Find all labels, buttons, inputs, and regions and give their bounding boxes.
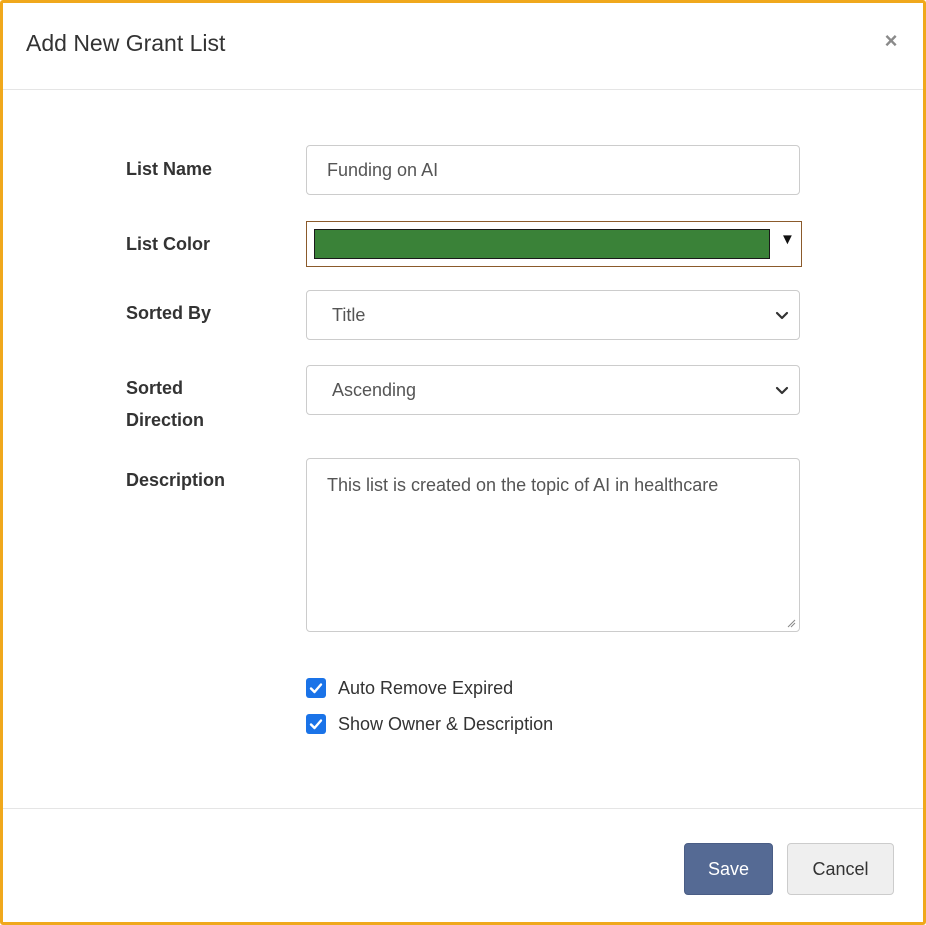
sorted-direction-label-line2: Direction (126, 410, 205, 430)
list-color-select[interactable]: ▼ (306, 221, 802, 267)
show-owner-description-checkbox[interactable] (306, 714, 326, 734)
sorted-by-value: Title (332, 305, 366, 325)
modal-header: Add New Grant List × (3, 3, 923, 90)
color-swatch (314, 229, 770, 259)
add-grant-list-dialog: Add New Grant List × List Name Funding o… (0, 0, 926, 925)
list-color-label: List Color (126, 234, 210, 254)
checkmark-icon (309, 683, 323, 694)
description-value: This list is created on the topic of AI … (327, 475, 719, 495)
sorted-direction-label: Sorted Direction (126, 375, 204, 433)
show-owner-description-row[interactable]: Show Owner & Description (306, 711, 553, 737)
checkmark-icon (309, 719, 323, 730)
save-button[interactable]: Save (684, 843, 773, 895)
description-label: Description (126, 470, 226, 490)
chevron-down-icon (775, 386, 789, 395)
auto-remove-expired-label: Auto Remove Expired (338, 677, 514, 698)
cancel-button[interactable]: Cancel (787, 843, 894, 895)
modal-footer: Save Cancel (3, 808, 923, 923)
chevron-down-icon (775, 311, 789, 320)
sorted-direction-value: Ascending (332, 380, 417, 400)
resize-grip-icon[interactable] (786, 618, 796, 628)
sorted-direction-select[interactable]: Ascending (306, 365, 800, 415)
modal-title: Add New Grant List (26, 30, 226, 56)
list-name-label: List Name (126, 159, 213, 179)
show-owner-description-label: Show Owner & Description (338, 713, 554, 734)
list-name-input[interactable]: Funding on AI (306, 145, 800, 195)
auto-remove-expired-checkbox[interactable] (306, 678, 326, 698)
close-icon[interactable]: × (877, 27, 905, 55)
description-textarea[interactable]: This list is created on the topic of AI … (306, 458, 800, 632)
auto-remove-expired-row[interactable]: Auto Remove Expired (306, 675, 513, 701)
sorted-by-label: Sorted By (126, 303, 212, 323)
dropdown-arrow-icon: ▼ (780, 231, 795, 248)
sorted-direction-label-line1: Sorted (126, 378, 184, 398)
sorted-by-select[interactable]: Title (306, 290, 800, 340)
